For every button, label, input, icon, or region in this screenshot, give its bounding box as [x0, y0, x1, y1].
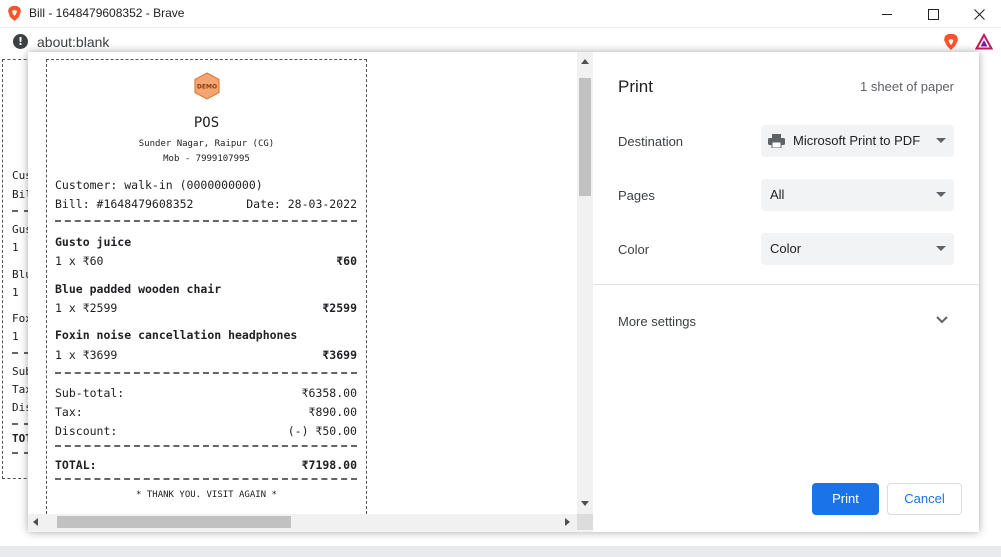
- scrollbar-corner: [577, 514, 593, 530]
- window-titlebar: Bill - 1648479608352 - Brave: [0, 0, 1001, 28]
- print-button[interactable]: Print: [812, 483, 879, 515]
- brave-shield-icon[interactable]: [942, 33, 960, 51]
- tax-line: Tax: ₹890.00: [55, 405, 357, 419]
- taskbar-strip: [0, 546, 1001, 557]
- bill-number: Bill: #1648479608352: [55, 197, 194, 211]
- close-icon: [973, 8, 985, 20]
- item-name: Gusto juice: [55, 235, 132, 249]
- bg-fragment: 1: [12, 241, 19, 254]
- minimize-button[interactable]: [864, 0, 910, 28]
- item-total: ₹3699: [322, 348, 357, 362]
- customer-line: Customer: walk-in (0000000000): [55, 178, 357, 192]
- scroll-right-arrow[interactable]: [565, 518, 570, 526]
- receipt: DEMO POS Sunder Nagar, Raipur (CG) Mob -…: [46, 59, 367, 519]
- print-title: Print: [618, 77, 653, 96]
- demo-logo-icon: DEMO: [194, 72, 220, 100]
- close-button[interactable]: [956, 0, 1001, 28]
- cancel-button[interactable]: Cancel: [887, 483, 962, 515]
- receipt-divider: [55, 220, 357, 222]
- subtotal-line: Sub-total: ₹6358.00: [55, 386, 357, 400]
- discount-line: Discount: (-) ₹50.00: [55, 424, 357, 438]
- item-total: ₹60: [336, 254, 357, 268]
- destination-select[interactable]: Microsoft Print to PDF: [761, 125, 954, 157]
- customer-text: Customer: walk-in (0000000000): [55, 178, 263, 192]
- chevron-down-icon[interactable]: [936, 316, 948, 324]
- horizontal-scroll-thumb[interactable]: [57, 516, 291, 528]
- settings-divider: [594, 284, 979, 285]
- bill-line: Bill: #1648479608352 Date: 28-03-2022: [55, 197, 357, 211]
- window-title: Bill - 1648479608352 - Brave: [29, 6, 185, 20]
- item-line: 1 x ₹2599 ₹2599: [55, 301, 357, 315]
- preview-horizontal-scrollbar[interactable]: [28, 514, 577, 530]
- thank-you-note: * THANK YOU. VISIT AGAIN *: [136, 490, 277, 500]
- maximize-button[interactable]: [910, 0, 956, 28]
- pages-select[interactable]: All: [761, 179, 954, 211]
- item-qty-price: 1 x ₹2599: [55, 301, 118, 315]
- vertical-scroll-thumb[interactable]: [579, 78, 591, 196]
- item-line: 1 x ₹60 ₹60: [55, 254, 357, 268]
- total-line: TOTAL: ₹7198.00: [55, 458, 357, 472]
- item-qty-price: 1 x ₹60: [55, 254, 104, 268]
- minimize-icon: [881, 13, 892, 15]
- pages-value: All: [770, 187, 785, 202]
- svg-text:DEMO: DEMO: [197, 84, 217, 91]
- color-select[interactable]: Color: [761, 233, 954, 265]
- store-address: Sunder Nagar, Raipur (CG): [138, 139, 275, 149]
- subtotal-label: Sub-total:: [55, 386, 125, 400]
- print-settings-panel: Print 1 sheet of paper Destination Micro…: [594, 52, 979, 532]
- preview-sheet: DEMO POS Sunder Nagar, Raipur (CG) Mob -…: [28, 52, 577, 519]
- color-value: Color: [770, 241, 802, 256]
- store-mobile: Mob - 7999107995: [163, 154, 250, 164]
- maximize-icon: [927, 8, 939, 20]
- item-total: ₹2599: [322, 301, 357, 315]
- url-text[interactable]: about:blank: [37, 34, 109, 50]
- info-icon[interactable]: !: [13, 34, 28, 49]
- discount-label: Discount:: [55, 424, 118, 438]
- bg-fragment: 1: [12, 330, 19, 343]
- item-name: Blue padded wooden chair: [55, 282, 222, 296]
- scroll-up-arrow[interactable]: [581, 59, 589, 64]
- scroll-down-arrow[interactable]: [581, 501, 589, 506]
- discount-value: (-) ₹50.00: [287, 424, 357, 438]
- pages-label: Pages: [618, 188, 655, 203]
- subtotal-value: ₹6358.00: [301, 386, 357, 400]
- brave-rewards-icon[interactable]: [975, 33, 993, 51]
- sheet-count: 1 sheet of paper: [860, 79, 954, 94]
- tax-value: ₹890.00: [308, 405, 357, 419]
- bg-fragment: 1: [12, 286, 19, 299]
- item-qty-price: 1 x ₹3699: [55, 348, 118, 362]
- preview-vertical-scrollbar[interactable]: [577, 52, 593, 514]
- total-label: TOTAL:: [55, 458, 97, 472]
- scroll-left-arrow[interactable]: [33, 518, 38, 526]
- item-line: 1 x ₹3699 ₹3699: [55, 348, 357, 362]
- chevron-down-icon: [936, 246, 946, 251]
- total-value: ₹7198.00: [301, 458, 357, 472]
- print-preview[interactable]: DEMO POS Sunder Nagar, Raipur (CG) Mob -…: [28, 52, 593, 532]
- more-settings-toggle[interactable]: More settings: [618, 314, 696, 329]
- destination-label: Destination: [618, 134, 684, 149]
- receipt-divider: [55, 372, 357, 374]
- print-dialog: DEMO POS Sunder Nagar, Raipur (CG) Mob -…: [28, 52, 979, 532]
- bill-date: Date: 28-03-2022: [246, 197, 357, 211]
- receipt-divider: [55, 478, 357, 480]
- tax-label: Tax:: [55, 405, 83, 419]
- brave-logo-icon: [8, 6, 21, 21]
- printer-icon: [768, 134, 785, 148]
- item-name: Foxin noise cancellation headphones: [55, 328, 298, 342]
- destination-value: Microsoft Print to PDF: [793, 133, 920, 148]
- store-name: POS: [193, 115, 220, 131]
- chevron-down-icon: [936, 192, 946, 197]
- chevron-down-icon: [936, 138, 946, 143]
- color-label: Color: [618, 242, 650, 257]
- receipt-divider: [55, 445, 357, 447]
